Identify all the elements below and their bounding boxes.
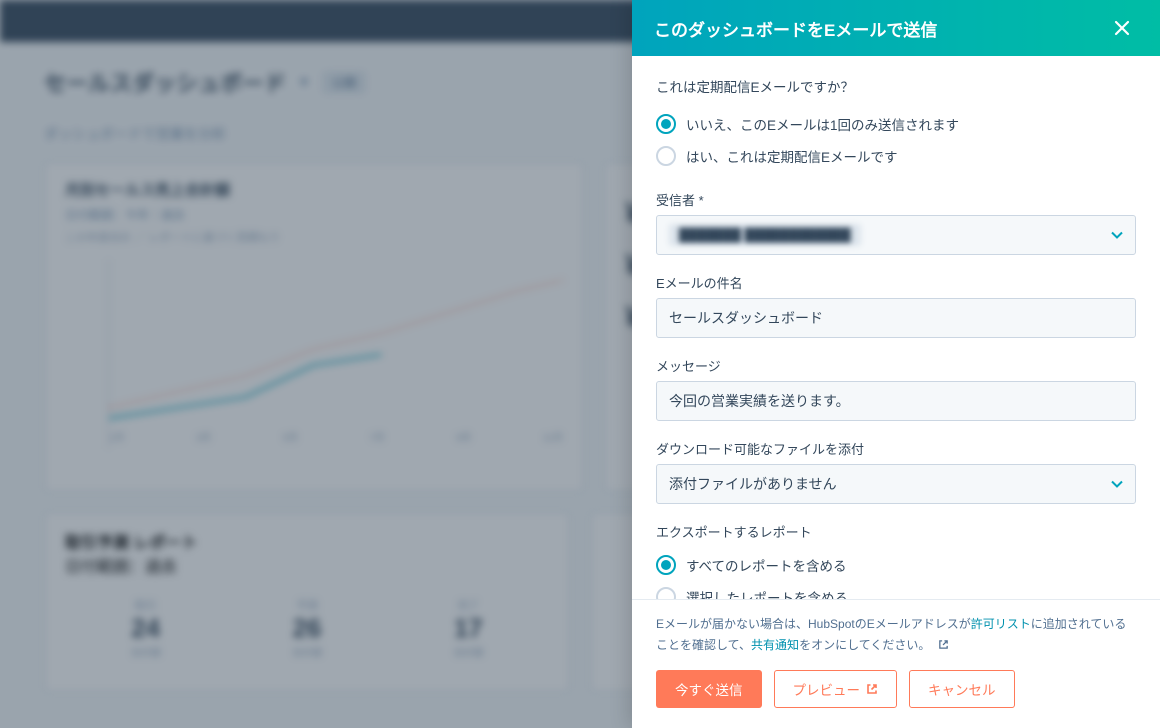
field-recipients: 受信者 ███████ ████████████ bbox=[656, 190, 1136, 255]
modal-body: これは定期配信Eメールですか？ いいえ、このEメールは1回のみ送信されます はい… bbox=[632, 56, 1160, 599]
field-subject: Eメールの件名 bbox=[656, 273, 1136, 338]
attachment-label: ダウンロード可能なファイルを添付 bbox=[656, 439, 1136, 458]
modal-title: このダッシュボードをEメールで送信 bbox=[654, 16, 937, 41]
preview-button[interactable]: プレビュー bbox=[774, 670, 898, 708]
footer-help-text: Eメールが届かない場合は、HubSpotのEメールアドレスが許可リストに追加され… bbox=[656, 614, 1136, 656]
export-radio-group: すべてのレポートを含める 選択したレポートを含める bbox=[656, 549, 1136, 599]
radio-icon bbox=[656, 587, 676, 599]
share-notification-link[interactable]: 共有通知 bbox=[751, 638, 799, 652]
allowlist-link[interactable]: 許可リスト bbox=[971, 617, 1031, 631]
send-now-button[interactable]: 今すぐ送信 bbox=[656, 670, 762, 708]
radio-label: すべてのレポートを含める bbox=[686, 555, 847, 575]
recurring-prompt: これは定期配信Eメールですか？ bbox=[656, 76, 1136, 96]
modal-header: このダッシュボードをEメールで送信 bbox=[632, 0, 1160, 56]
radio-icon bbox=[656, 555, 676, 575]
message-label: メッセージ bbox=[656, 356, 1136, 375]
radio-label: いいえ、このEメールは1回のみ送信されます bbox=[686, 114, 959, 134]
radio-label: 選択したレポートを含める bbox=[686, 587, 848, 599]
radio-icon bbox=[656, 146, 676, 166]
radio-recurring-yes[interactable]: はい、これは定期配信Eメールです bbox=[656, 140, 1136, 172]
external-link-icon bbox=[938, 636, 949, 656]
email-dashboard-modal: このダッシュボードをEメールで送信 これは定期配信Eメールですか？ いいえ、この… bbox=[632, 0, 1160, 728]
subject-label: Eメールの件名 bbox=[656, 273, 1136, 292]
recipients-select[interactable]: ███████ ████████████ bbox=[656, 215, 1136, 255]
message-input-wrapper bbox=[656, 381, 1136, 421]
modal-footer: Eメールが届かない場合は、HubSpotのEメールアドレスが許可リストに追加され… bbox=[632, 599, 1160, 728]
radio-recurring-no[interactable]: いいえ、このEメールは1回のみ送信されます bbox=[656, 108, 1136, 140]
radio-export-selected[interactable]: 選択したレポートを含める bbox=[656, 581, 1136, 599]
attachment-select[interactable]: 添付ファイルがありません bbox=[656, 464, 1136, 504]
attachment-value: 添付ファイルがありません bbox=[669, 474, 837, 494]
message-input[interactable] bbox=[669, 393, 1123, 409]
field-attachment: ダウンロード可能なファイルを添付 添付ファイルがありません bbox=[656, 439, 1136, 504]
radio-export-all[interactable]: すべてのレポートを含める bbox=[656, 549, 1136, 581]
field-message: メッセージ bbox=[656, 356, 1136, 421]
subject-input[interactable] bbox=[669, 310, 1123, 326]
recipients-label: 受信者 bbox=[656, 190, 1136, 209]
external-link-icon bbox=[866, 683, 878, 695]
radio-label: はい、これは定期配信Eメールです bbox=[686, 146, 898, 166]
caret-down-icon bbox=[1111, 231, 1123, 239]
recurring-radio-group: いいえ、このEメールは1回のみ送信されます はい、これは定期配信Eメールです bbox=[656, 108, 1136, 172]
cancel-button[interactable]: キャンセル bbox=[909, 670, 1015, 708]
close-icon bbox=[1113, 19, 1131, 37]
subject-input-wrapper bbox=[656, 298, 1136, 338]
export-reports-label: エクスポートするレポート bbox=[656, 522, 1136, 541]
radio-icon bbox=[656, 114, 676, 134]
caret-down-icon bbox=[1111, 480, 1123, 488]
footer-buttons: 今すぐ送信 プレビュー キャンセル bbox=[656, 670, 1136, 708]
close-button[interactable] bbox=[1106, 12, 1138, 44]
recipient-chip: ███████ ████████████ bbox=[669, 224, 861, 246]
